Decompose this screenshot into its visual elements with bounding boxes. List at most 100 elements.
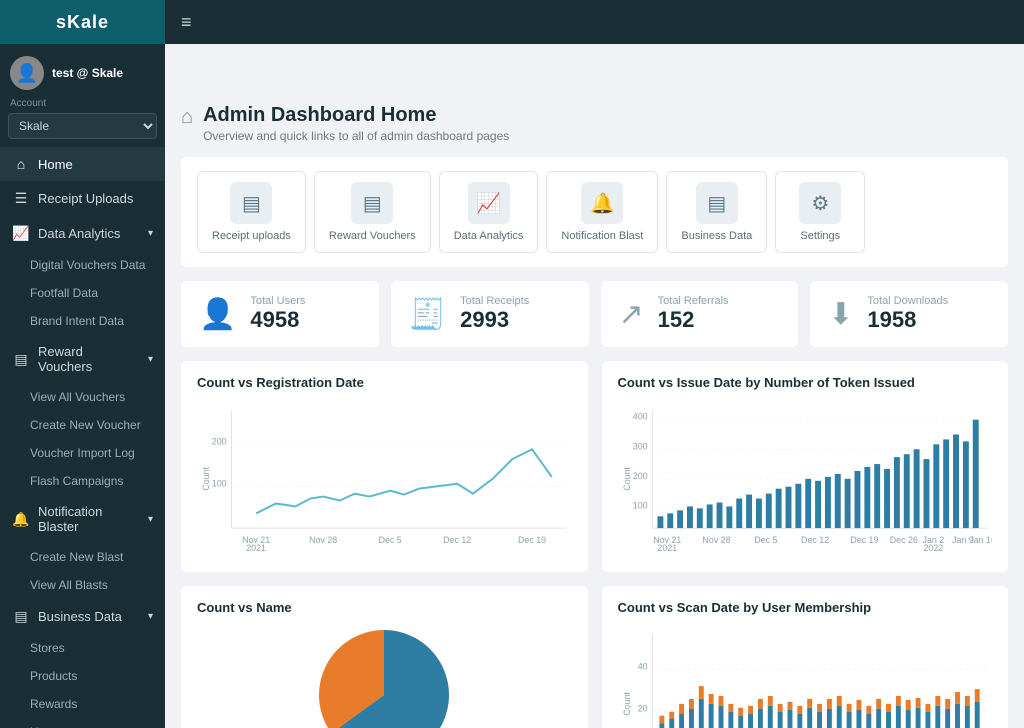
stat-total-receipts: 🧾 Total Receipts 2993: [391, 281, 589, 347]
svg-text:Dec 12: Dec 12: [801, 535, 829, 545]
home-icon: ⌂: [12, 156, 30, 172]
sidebar-item-receipt-uploads[interactable]: ☰ Receipt Uploads: [0, 181, 165, 216]
avatar: 👤: [10, 56, 44, 90]
stat-value: 1958: [867, 307, 948, 333]
chart-count-name: Count vs Name: [181, 586, 588, 728]
stat-label: Total Referrals: [658, 295, 729, 307]
quick-link-business-data[interactable]: ▤ Business Data: [666, 171, 767, 253]
business-data-icon: ▤: [696, 182, 738, 224]
stacked-bar-chart-svg: 40 20 Count: [618, 625, 993, 728]
svg-text:Count: Count: [201, 466, 211, 490]
svg-text:Dec 26: Dec 26: [889, 535, 917, 545]
sidebar-item-voucher-import-log[interactable]: Voucher Import Log: [0, 439, 165, 467]
svg-text:Dec 19: Dec 19: [518, 535, 546, 545]
svg-text:Dec 5: Dec 5: [379, 535, 402, 545]
chevron-down-icon: ▾: [148, 611, 153, 622]
account-selector[interactable]: Skale: [8, 113, 157, 139]
receipt-uploads-icon: ▤: [230, 182, 272, 224]
stat-label: Total Receipts: [460, 295, 529, 307]
svg-text:40: 40: [637, 661, 647, 671]
chart-title: Count vs Issue Date by Number of Token I…: [618, 375, 993, 390]
receipt-icon: ☰: [12, 190, 30, 207]
sidebar: sKale 👤 test @ Skale Account Skale ⌂ Hom…: [0, 0, 165, 728]
stat-total-users: 👤 Total Users 4958: [181, 281, 379, 347]
svg-text:2022: 2022: [923, 543, 943, 553]
sidebar-item-notification-blaster[interactable]: 🔔 Notification Blaster ▾: [0, 495, 165, 543]
sidebar-item-digital-vouchers-data[interactable]: Digital Vouchers Data: [0, 251, 165, 279]
voucher-icon: ▤: [12, 351, 30, 368]
quick-link-label: Settings: [800, 230, 840, 242]
sidebar-item-brand-intent-data[interactable]: Brand Intent Data: [0, 307, 165, 335]
sidebar-item-label: Home: [38, 157, 73, 172]
quick-link-settings[interactable]: ⚙ Settings: [775, 171, 865, 253]
stat-value: 2993: [460, 307, 529, 333]
settings-icon: ⚙: [799, 182, 841, 224]
stats-row: 👤 Total Users 4958 🧾 Total Receipts 2993…: [181, 281, 1008, 347]
sidebar-item-view-all-vouchers[interactable]: View All Vouchers: [0, 383, 165, 411]
chart-title: Count vs Name: [197, 600, 572, 615]
svg-text:Dec 5: Dec 5: [754, 535, 777, 545]
quick-link-receipt-uploads[interactable]: ▤ Receipt uploads: [197, 171, 306, 253]
sidebar-item-reward-vouchers[interactable]: ▤ Reward Vouchers ▾: [0, 335, 165, 383]
main-content: ⌂ Admin Dashboard Home Overview and quic…: [165, 88, 1024, 728]
chart-issue-date: Count vs Issue Date by Number of Token I…: [602, 361, 1009, 572]
sidebar-item-products[interactable]: Products: [0, 662, 165, 690]
svg-text:Dec 19: Dec 19: [850, 535, 878, 545]
sidebar-item-label: Data Analytics: [38, 226, 120, 241]
sidebar-user-section: 👤 test @ Skale: [0, 44, 165, 96]
username-label: test @ Skale: [52, 66, 123, 80]
chevron-down-icon: ▾: [148, 354, 153, 365]
stat-total-downloads: ⬇ Total Downloads 1958: [810, 281, 1008, 347]
sidebar-item-view-all-blasts[interactable]: View All Blasts: [0, 571, 165, 599]
charts-row-1: Count vs Registration Date 200 100 Count…: [181, 361, 1008, 572]
sidebar-item-home[interactable]: ⌂ Home: [0, 147, 165, 181]
sidebar-item-label: Reward Vouchers: [38, 344, 140, 374]
svg-text:2021: 2021: [657, 543, 677, 553]
quick-links-section: ▤ Receipt uploads ▤ Reward Vouchers 📈 Da…: [181, 157, 1008, 267]
users-stat-icon: 👤: [199, 297, 236, 332]
sidebar-item-create-new-voucher[interactable]: Create New Voucher: [0, 411, 165, 439]
quick-link-data-analytics[interactable]: 📈 Data Analytics: [439, 171, 539, 253]
svg-text:400: 400: [632, 412, 647, 422]
hamburger-icon[interactable]: ≡: [181, 12, 192, 33]
bar-chart-svg: 400 300 200 100 Count: [618, 400, 993, 558]
chart-scan-date: Count vs Scan Date by User Membership 40…: [602, 586, 1009, 728]
notification-blast-icon: 🔔: [581, 182, 623, 224]
chevron-down-icon: ▾: [148, 514, 153, 525]
stat-value: 152: [658, 307, 729, 333]
svg-text:Dec 12: Dec 12: [443, 535, 471, 545]
svg-text:Jan 16: Jan 16: [969, 535, 992, 545]
account-label: Account: [0, 96, 165, 113]
stat-label: Total Users: [250, 295, 305, 307]
svg-text:100: 100: [632, 500, 647, 510]
sidebar-item-create-new-blast[interactable]: Create New Blast: [0, 543, 165, 571]
referrals-stat-icon: ↗: [619, 297, 644, 332]
quick-link-notification-blast[interactable]: 🔔 Notification Blast: [546, 171, 658, 253]
sidebar-item-stores[interactable]: Stores: [0, 634, 165, 662]
sidebar-item-label: Notification Blaster: [38, 504, 140, 534]
quick-link-label: Notification Blast: [561, 230, 643, 242]
data-analytics-icon: 📈: [468, 182, 510, 224]
sidebar-item-data-analytics[interactable]: 📈 Data Analytics ▾: [0, 216, 165, 251]
sidebar-item-business-data[interactable]: ▤ Business Data ▾: [0, 599, 165, 634]
svg-text:Count: Count: [621, 466, 631, 490]
chart-title: Count vs Scan Date by User Membership: [618, 600, 993, 615]
chart-registration-date: Count vs Registration Date 200 100 Count…: [181, 361, 588, 572]
page-title: Admin Dashboard Home: [203, 104, 509, 127]
sidebar-item-users[interactable]: Users: [0, 718, 165, 728]
quick-link-reward-vouchers[interactable]: ▤ Reward Vouchers: [314, 171, 431, 253]
receipts-stat-icon: 🧾: [409, 297, 446, 332]
sidebar-item-footfall-data[interactable]: Footfall Data: [0, 279, 165, 307]
reward-vouchers-icon: ▤: [351, 182, 393, 224]
topbar: ≡: [165, 0, 1024, 44]
home-page-icon: ⌂: [181, 106, 193, 129]
svg-text:100: 100: [212, 479, 227, 489]
quick-link-label: Data Analytics: [454, 230, 524, 242]
svg-text:Nov 28: Nov 28: [309, 535, 337, 545]
page-subtitle: Overview and quick links to all of admin…: [203, 129, 509, 143]
bell-icon: 🔔: [12, 511, 30, 528]
sidebar-header: sKale: [0, 0, 165, 44]
sidebar-item-rewards[interactable]: Rewards: [0, 690, 165, 718]
stat-label: Total Downloads: [867, 295, 948, 307]
sidebar-item-flash-campaigns[interactable]: Flash Campaigns: [0, 467, 165, 495]
